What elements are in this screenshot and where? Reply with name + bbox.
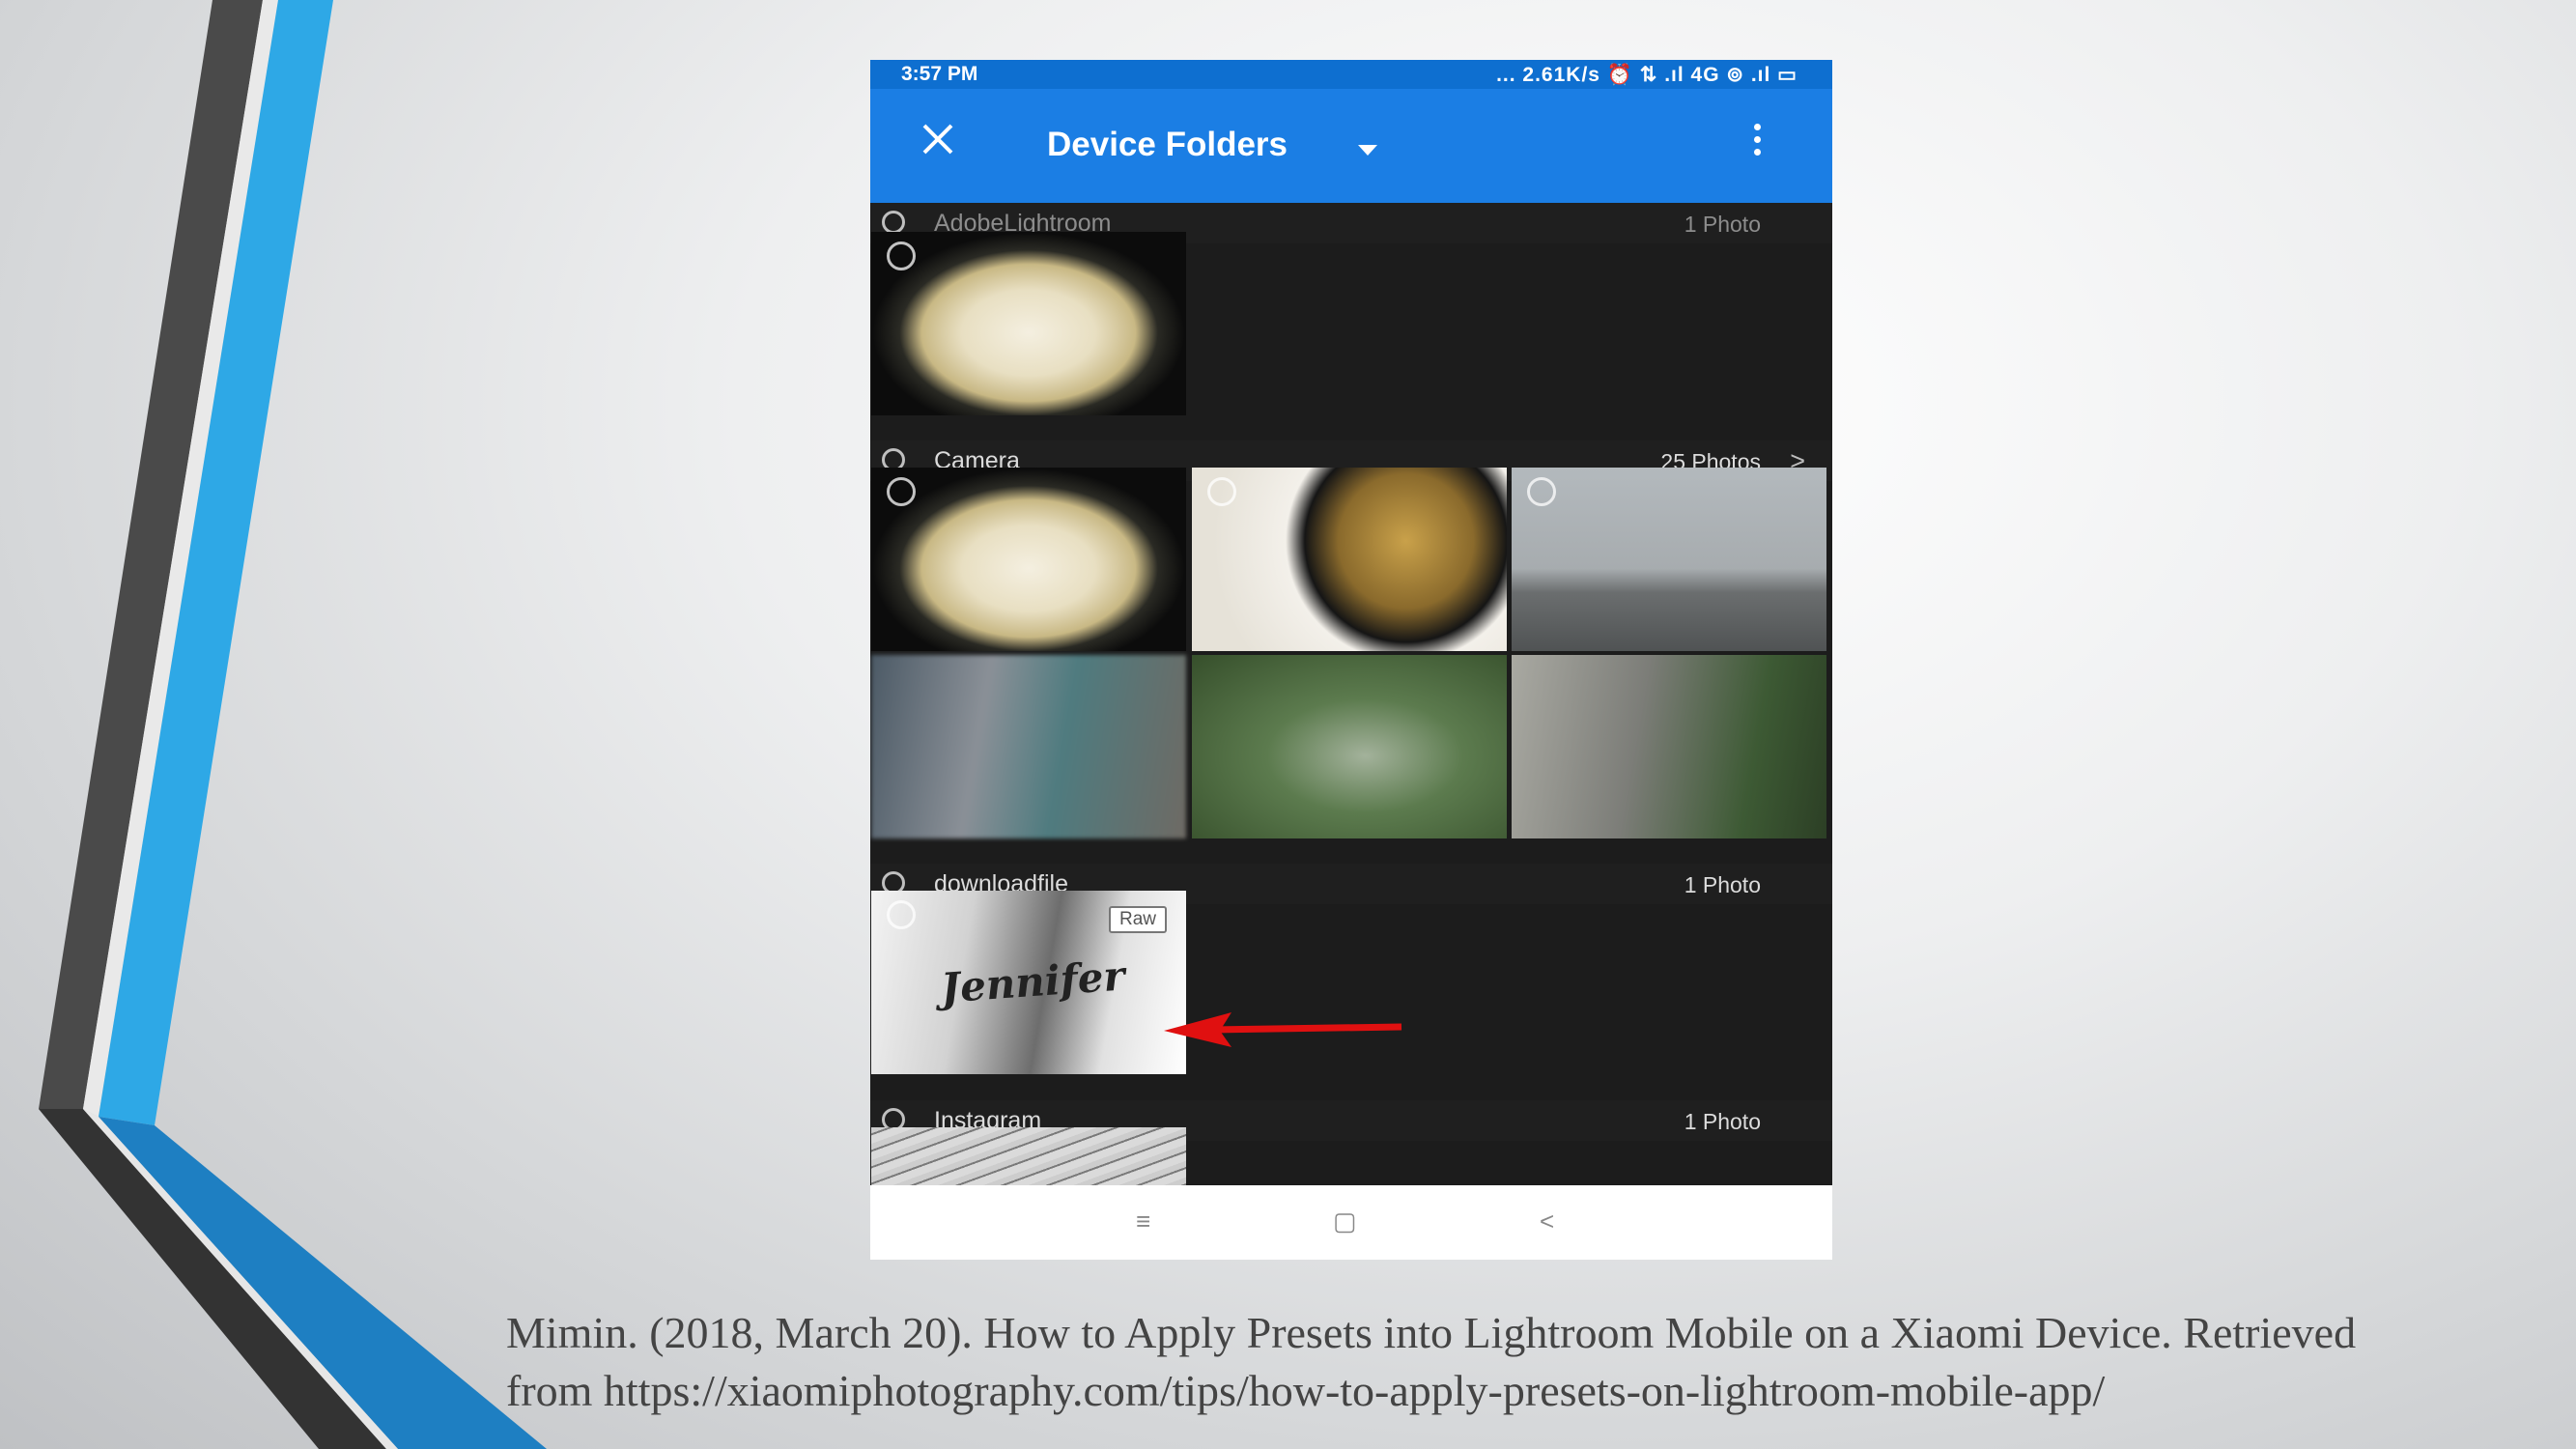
- citation-text: Mimin. (2018, March 20). How to Apply Pr…: [506, 1304, 2554, 1420]
- status-indicators: ... 2.61K/s ⏰ ⇅ .ıl 4G ⊚ .ıl ▭: [1496, 64, 1798, 86]
- dropdown-caret-icon[interactable]: [1358, 145, 1377, 156]
- photo-thumbnail[interactable]: [871, 468, 1186, 651]
- home-icon[interactable]: ▢: [1333, 1207, 1357, 1236]
- photo-select-circle[interactable]: [1527, 477, 1556, 506]
- more-vert-icon[interactable]: [1754, 124, 1762, 158]
- photo-thumbnail[interactable]: [1192, 468, 1507, 651]
- menu-icon[interactable]: ≡: [1136, 1207, 1150, 1236]
- android-nav-bar: ≡ ▢ <: [870, 1185, 1832, 1260]
- back-icon[interactable]: <: [1540, 1207, 1554, 1236]
- photo-thumbnail[interactable]: [871, 232, 1186, 415]
- photo-thumbnail-raw[interactable]: Raw Jennifer: [871, 891, 1186, 1074]
- photo-select-circle[interactable]: [887, 242, 916, 270]
- status-time: 3:57 PM: [901, 63, 978, 85]
- photo-thumbnail[interactable]: [871, 1127, 1186, 1185]
- overlay-text: Jennifer: [939, 952, 1127, 1012]
- red-arrow-annotation: [1164, 1012, 1402, 1047]
- slide-decoration: [39, 0, 547, 1449]
- photo-select-circle[interactable]: [887, 477, 916, 506]
- photo-thumbnail[interactable]: [1512, 468, 1826, 651]
- photo-thumbnail[interactable]: [1512, 655, 1826, 838]
- folder-picker-title[interactable]: Device Folders: [1047, 126, 1288, 164]
- citation-line-1: Mimin. (2018, March 20). How to Apply Pr…: [506, 1308, 2357, 1357]
- folder-select-radio[interactable]: [882, 211, 905, 234]
- status-bar: 3:57 PM ... 2.61K/s ⏰ ⇅ .ıl 4G ⊚ .ıl ▭: [870, 60, 1832, 89]
- photo-select-circle[interactable]: [1207, 477, 1236, 506]
- folder-count: 1 Photo: [1684, 872, 1761, 897]
- folder-count: 1 Photo: [1684, 212, 1761, 237]
- photo-thumbnail[interactable]: [871, 655, 1186, 838]
- photo-select-circle[interactable]: [887, 900, 916, 929]
- folder-count: 1 Photo: [1684, 1109, 1761, 1134]
- raw-badge: Raw: [1108, 906, 1167, 933]
- citation-line-2: from https://xiaomiphotography.com/tips/…: [506, 1366, 2106, 1415]
- app-bar: Device Folders: [870, 89, 1832, 207]
- phone-screenshot: 3:57 PM ... 2.61K/s ⏰ ⇅ .ıl 4G ⊚ .ıl ▭ D…: [870, 60, 1832, 1260]
- close-icon[interactable]: [917, 118, 959, 160]
- photo-thumbnail[interactable]: [1192, 655, 1507, 838]
